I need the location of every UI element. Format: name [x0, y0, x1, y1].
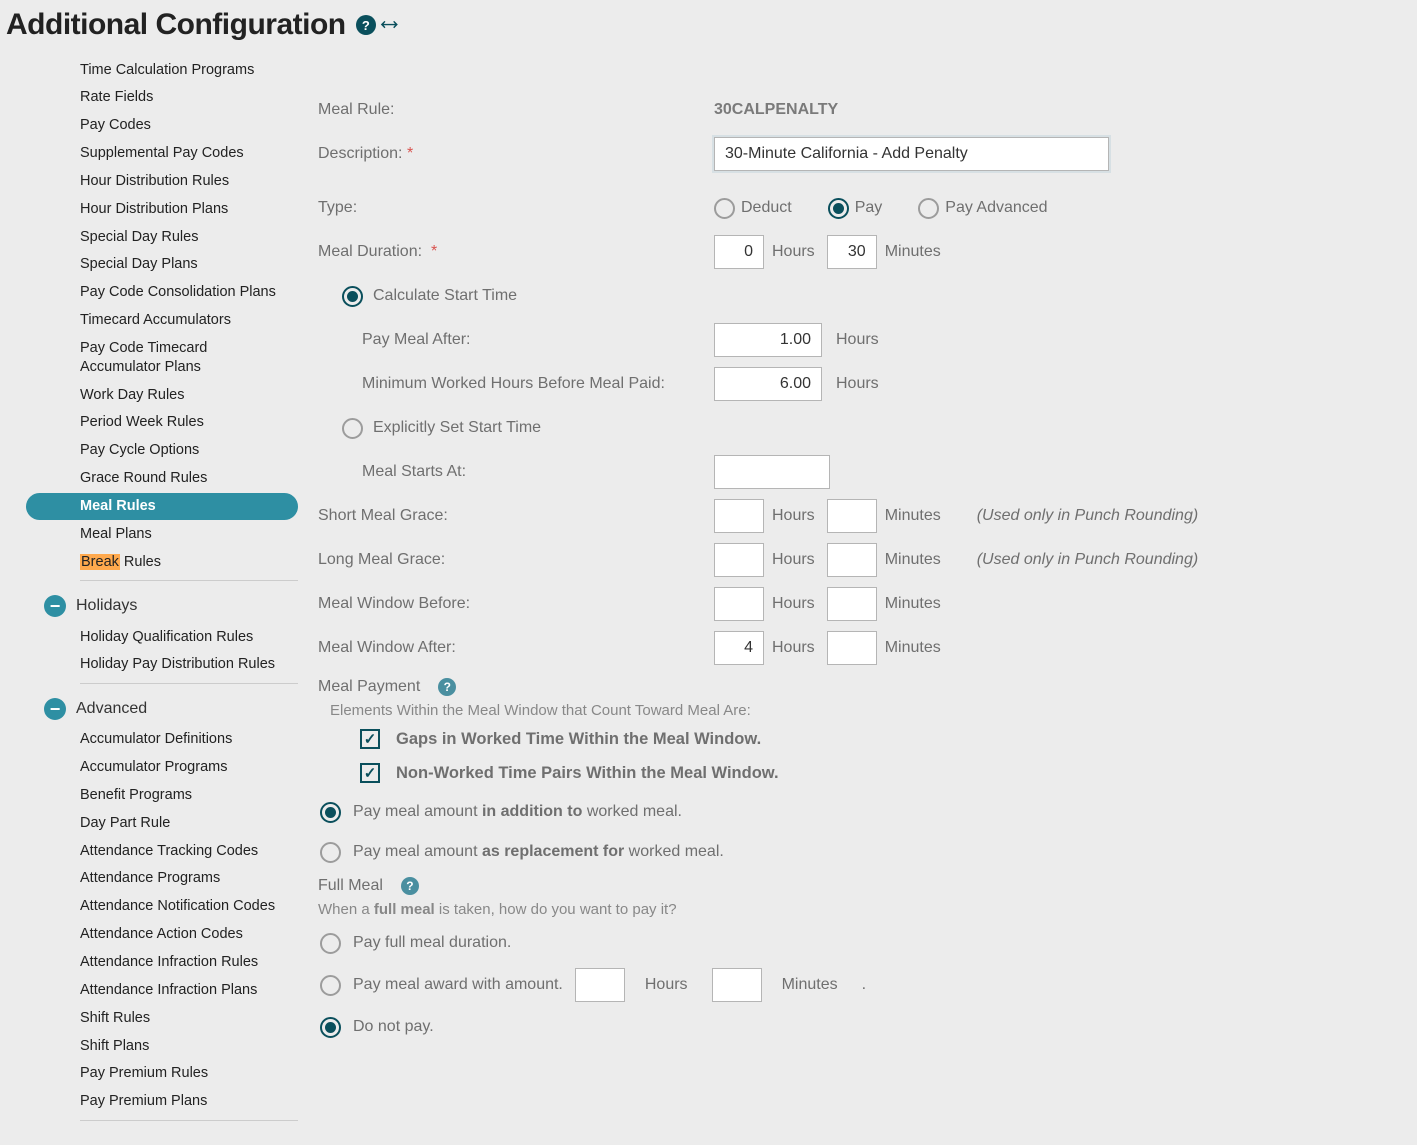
- sidebar-item[interactable]: Benefit Programs: [26, 781, 298, 809]
- window-before-hours-input[interactable]: [714, 587, 764, 621]
- sidebar-item[interactable]: Shift Plans: [26, 1032, 298, 1060]
- gaps-checkbox[interactable]: [360, 729, 380, 749]
- sidebar-item[interactable]: Time Calculation Programs: [26, 56, 298, 84]
- meal-rule-label: Meal Rule:: [318, 101, 714, 119]
- full-meal-question: When a full meal is taken, how do you wa…: [318, 901, 1405, 918]
- calc-start-row: Calculate Start Time: [318, 286, 714, 307]
- min-worked-label: Minimum Worked Hours Before Meal Paid:: [318, 375, 714, 393]
- type-deduct-radio[interactable]: [714, 198, 735, 219]
- long-grace-hours-input[interactable]: [714, 543, 764, 577]
- type-pay-advanced-radio[interactable]: [918, 198, 939, 219]
- meal-payment-section: Meal Payment ?: [318, 678, 1405, 696]
- full-duration-radio[interactable]: [320, 933, 341, 954]
- sidebar-item[interactable]: Grace Round Rules: [26, 465, 298, 493]
- sidebar-item[interactable]: Pay Premium Plans: [26, 1088, 298, 1116]
- help-icon[interactable]: ?: [356, 15, 376, 35]
- page-title: Additional Configuration ? ⤢: [6, 8, 1405, 42]
- search-highlight: Break: [80, 554, 120, 570]
- sidebar-item[interactable]: Supplemental Pay Codes: [26, 140, 298, 168]
- sidebar-item[interactable]: Hour Distribution Plans: [26, 195, 298, 223]
- sidebar-item[interactable]: Period Week Rules: [26, 409, 298, 437]
- sidebar-item[interactable]: Meal Plans: [26, 520, 298, 548]
- sidebar-item[interactable]: Special Day Rules: [26, 223, 298, 251]
- meal-starts-input[interactable]: [714, 455, 830, 489]
- sidebar-item[interactable]: Work Day Rules: [26, 381, 298, 409]
- sidebar-item[interactable]: Accumulator Definitions: [26, 726, 298, 754]
- window-after-minutes-input[interactable]: [827, 631, 877, 665]
- collapse-icon[interactable]: −: [44, 698, 66, 720]
- expand-icon[interactable]: ⤢: [377, 14, 398, 35]
- sidebar: Time Calculation Programs Rate Fields Pa…: [6, 56, 298, 1125]
- long-grace-minutes-input[interactable]: [827, 543, 877, 577]
- sidebar-item[interactable]: Holiday Pay Distribution Rules: [26, 651, 298, 679]
- window-before-label: Meal Window Before:: [318, 595, 714, 613]
- pay-replacement-radio[interactable]: [320, 842, 341, 863]
- elements-text: Elements Within the Meal Window that Cou…: [330, 702, 1405, 719]
- sidebar-item[interactable]: Pay Code Consolidation Plans: [26, 279, 298, 307]
- duration-minutes-input[interactable]: [827, 235, 877, 269]
- sidebar-item[interactable]: Shift Rules: [26, 1004, 298, 1032]
- pay-meal-after-input[interactable]: [714, 323, 822, 357]
- award-hours-input[interactable]: [575, 968, 625, 1002]
- sidebar-item[interactable]: Hour Distribution Rules: [26, 167, 298, 195]
- nonworked-checkbox[interactable]: [360, 763, 380, 783]
- window-after-label: Meal Window After:: [318, 639, 714, 657]
- full-meal-section: Full Meal ?: [318, 877, 1405, 895]
- window-before-minutes-input[interactable]: [827, 587, 877, 621]
- sidebar-item[interactable]: Timecard Accumulators: [26, 307, 298, 335]
- calculate-start-radio[interactable]: [342, 286, 363, 307]
- sidebar-item[interactable]: Accumulator Programs: [26, 754, 298, 782]
- duration-hours-input[interactable]: [714, 235, 764, 269]
- meal-starts-label: Meal Starts At:: [318, 463, 714, 481]
- sidebar-item[interactable]: Special Day Plans: [26, 251, 298, 279]
- explicit-start-radio[interactable]: [342, 418, 363, 439]
- nav-group-holidays[interactable]: − Holidays: [26, 585, 298, 623]
- explicit-start-row: Explicitly Set Start Time: [318, 418, 714, 439]
- sidebar-item[interactable]: Pay Code Timecard Accumulator Plans: [26, 334, 298, 381]
- nav-group-advanced[interactable]: − Advanced: [26, 688, 298, 726]
- pay-meal-after-label: Pay Meal After:: [318, 331, 714, 349]
- sidebar-item[interactable]: Pay Premium Rules: [26, 1060, 298, 1088]
- page-title-text: Additional Configuration: [6, 8, 346, 42]
- sidebar-item[interactable]: Rate Fields: [26, 84, 298, 112]
- type-label: Type:: [318, 199, 714, 217]
- sidebar-item[interactable]: Day Part Rule: [26, 809, 298, 837]
- nav-divider: [80, 1120, 298, 1121]
- nav-divider: [80, 580, 298, 581]
- meal-duration-label: Meal Duration: *: [318, 243, 714, 261]
- short-grace-hours-input[interactable]: [714, 499, 764, 533]
- type-pay-radio[interactable]: [828, 198, 849, 219]
- min-worked-input[interactable]: [714, 367, 822, 401]
- do-not-pay-radio[interactable]: [320, 1017, 341, 1038]
- long-grace-label: Long Meal Grace:: [318, 551, 714, 569]
- sidebar-item-meal-rules[interactable]: Meal Rules: [26, 493, 298, 521]
- award-radio[interactable]: [320, 975, 341, 996]
- sidebar-item[interactable]: Attendance Infraction Rules: [26, 948, 298, 976]
- sidebar-item[interactable]: Attendance Programs: [26, 865, 298, 893]
- sidebar-item[interactable]: Attendance Notification Codes: [26, 893, 298, 921]
- punch-note: (Used only in Punch Rounding): [977, 507, 1198, 525]
- sidebar-item[interactable]: Attendance Infraction Plans: [26, 976, 298, 1004]
- meal-rule-value: 30CALPENALTY: [714, 101, 838, 119]
- collapse-icon[interactable]: −: [44, 595, 66, 617]
- punch-note: (Used only in Punch Rounding): [977, 551, 1198, 569]
- award-minutes-input[interactable]: [712, 968, 762, 1002]
- sidebar-item[interactable]: Attendance Action Codes: [26, 921, 298, 949]
- sidebar-item-break-rules[interactable]: Break Rules: [26, 548, 298, 576]
- sidebar-item[interactable]: Holiday Qualification Rules: [26, 623, 298, 651]
- form-panel: Meal Rule: 30CALPENALTY Description: * T…: [318, 56, 1405, 1125]
- help-icon[interactable]: ?: [401, 877, 419, 895]
- sidebar-item[interactable]: Attendance Tracking Codes: [26, 837, 298, 865]
- short-grace-label: Short Meal Grace:: [318, 507, 714, 525]
- help-icon[interactable]: ?: [438, 678, 456, 696]
- description-label: Description: *: [318, 145, 714, 163]
- sidebar-item[interactable]: Pay Codes: [26, 112, 298, 140]
- sidebar-item[interactable]: Pay Cycle Options: [26, 437, 298, 465]
- window-after-hours-input[interactable]: [714, 631, 764, 665]
- nav-divider: [80, 683, 298, 684]
- pay-addition-radio[interactable]: [320, 802, 341, 823]
- description-input[interactable]: [714, 137, 1109, 171]
- short-grace-minutes-input[interactable]: [827, 499, 877, 533]
